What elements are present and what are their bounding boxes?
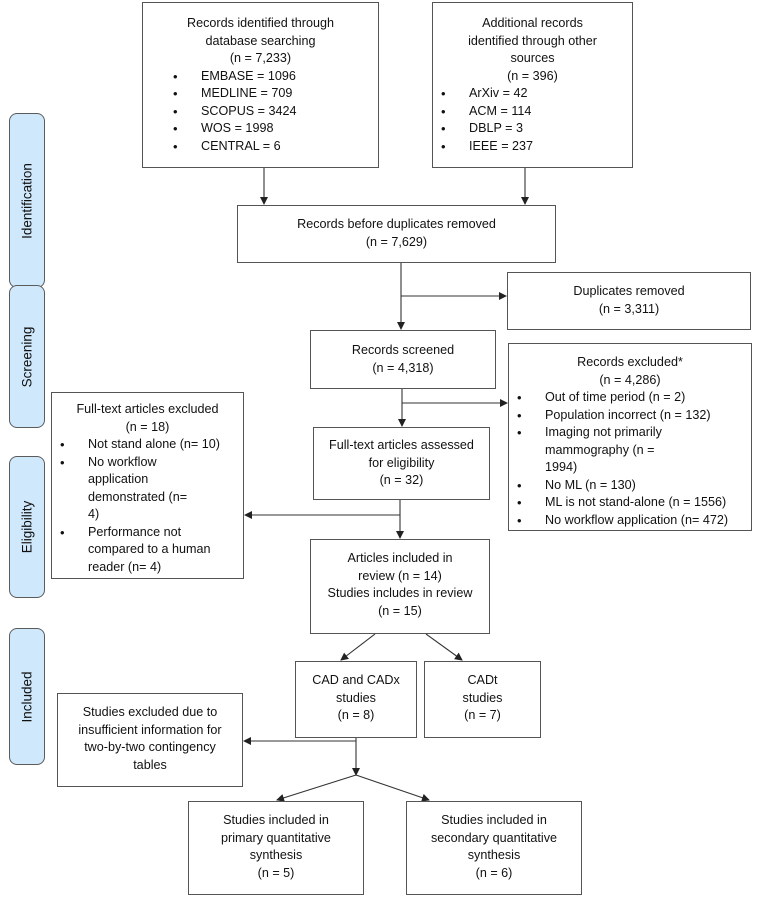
box-count: (n = 5) (257, 865, 295, 880)
list-item: EMBASE = 1096 (165, 68, 378, 86)
list-item: ML is not stand-alone (n = 1556) (509, 494, 747, 512)
box-title-line: Additional records (482, 16, 583, 30)
list-item: IEEE = 237 (433, 138, 632, 156)
list-item: Imaging not primarily mammography (n = 1… (509, 424, 747, 477)
box-title-line: Full-text articles excluded (76, 402, 219, 416)
list-item: No ML (n = 130) (509, 477, 747, 495)
list-item: WOS = 1998 (165, 120, 378, 138)
box-title-line: CAD and CADx (312, 673, 400, 687)
box-other-sources: Additional records identified through ot… (432, 2, 633, 168)
list-item: Not stand alone (n= 10) (52, 436, 237, 454)
box-title-line: for eligibility (368, 455, 435, 470)
box-title-line: Duplicates removed (573, 284, 685, 298)
box-cadt: CADt studies (n = 7) (424, 661, 541, 738)
box-title-line: Studies excluded due to (82, 705, 218, 719)
box-title-line: Records screened (351, 343, 455, 357)
box-fulltext-excluded: Full-text articles excluded (n = 18) Not… (51, 392, 244, 579)
box-title-line: synthesis (249, 848, 303, 862)
box-title-line: database searching (205, 33, 316, 48)
box-fulltext-assessed: Full-text articles assessed for eligibil… (313, 427, 490, 500)
box-count: (n = 3,311) (598, 301, 660, 316)
box-title-line: Studies includes in review (327, 586, 473, 600)
box-count: (n = 4,318) (372, 360, 434, 375)
box-included-review: Articles included in review (n = 14) Stu… (310, 539, 490, 634)
box-duplicates-removed: Duplicates removed (n = 3,311) (507, 272, 751, 330)
list-item: No workflow application (n= 472) (509, 512, 747, 530)
box-title-line: Records excluded* (577, 355, 683, 369)
arrow-to-cad-cadx (340, 633, 376, 661)
box-title-line: Articles included in (347, 551, 453, 565)
box-title-line: secondary quantitative (430, 830, 558, 845)
box-title-line: sources (510, 51, 555, 65)
box-count: (n = 7,629) (365, 234, 428, 249)
list-item: MEDLINE = 709 (165, 85, 378, 103)
box-count: (n = 32) (379, 473, 424, 487)
box-count: (n = 18) (125, 419, 170, 434)
list-item: Performance not compared to a human read… (52, 524, 237, 577)
list-item: SCOPUS = 3424 (165, 103, 378, 121)
list-item: DBLP = 3 (433, 120, 632, 138)
box-title-line: studies (336, 690, 376, 705)
box-before-duplicates: Records before duplicates removed (n = 7… (237, 205, 556, 263)
box-primary-synthesis: Studies included in primary quantitative… (188, 801, 364, 895)
box-title-line: tables (133, 757, 167, 772)
box-secondary-synthesis: Studies included in secondary quantitati… (406, 801, 582, 895)
box-records-screened: Records screened (n = 4,318) (310, 330, 496, 389)
box-count: (n = 8) (337, 708, 375, 722)
box-records-excluded: Records excluded* (n = 4,286) Out of tim… (508, 343, 752, 531)
box-title-line: studies (462, 690, 503, 705)
box-title-line: primary quantitative (221, 830, 331, 845)
box-title-line: CADt (467, 673, 498, 687)
box-count: (n = 6) (475, 865, 513, 880)
box-title-line: insufficient information for (78, 722, 222, 737)
list-item: Population incorrect (n = 132) (509, 407, 747, 425)
box-title-line: two-by-two contingency (84, 740, 216, 754)
box-cad-cadx: CAD and CADx studies (n = 8) (295, 661, 417, 738)
box-count: (n = 7) (464, 708, 501, 722)
box-database-search: Records identified through database sear… (142, 2, 379, 168)
box-title-line: Records identified through (186, 16, 335, 30)
list-item: ACM = 114 (433, 103, 632, 121)
box-title-line: review (n = 14) (358, 568, 442, 583)
box-count: (n = 4,286) (599, 372, 661, 387)
box-count: (n = 396) (507, 68, 558, 83)
arrow-to-secondary (355, 774, 430, 802)
box-title-line: Studies included in (223, 813, 329, 827)
box-title-line: identified through other (468, 33, 597, 48)
box-title-line: Full-text articles assessed (329, 438, 474, 452)
box-count: (n = 7,233) (229, 51, 292, 65)
box-count: (n = 15) (378, 603, 422, 618)
arrow-to-primary (276, 774, 357, 802)
box-title-line: Studies included in (441, 813, 547, 827)
list-item: ArXiv = 42 (433, 85, 632, 103)
box-title-line: Records before duplicates removed (297, 217, 496, 231)
box-insufficient-info: Studies excluded due to insufficient inf… (57, 693, 243, 787)
arrow-to-cadt (425, 633, 463, 661)
list-item: No workflow application demonstrated (n=… (52, 454, 237, 524)
box-title-line: synthesis (467, 848, 521, 862)
list-item: Out of time period (n = 2) (509, 389, 747, 407)
list-item: CENTRAL = 6 (165, 138, 378, 156)
